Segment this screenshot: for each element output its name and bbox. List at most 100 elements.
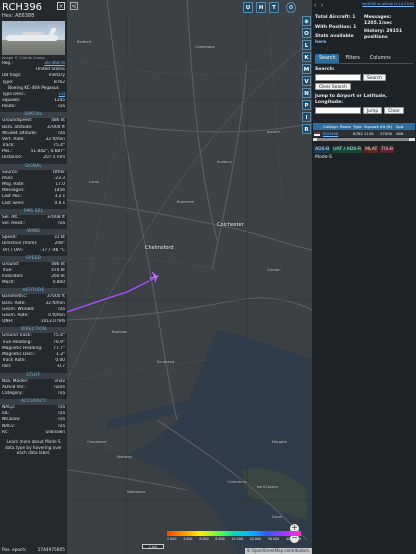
map-button-l[interactable]: L (302, 40, 311, 50)
row-callsign[interactable]: RCH396 (322, 131, 339, 136)
signal-label: Last Seen: (2, 200, 25, 206)
spatial-value: 207.5 nmi (43, 155, 65, 161)
altitude-rows: Barometric: 37000 ft Baro. Rate: 32 ft/min G… (0, 294, 67, 325)
spatial-rows: Groundspeed: 486 kt Baro. altitude: 37000 f… (0, 118, 67, 161)
signal-row: Last Seen: 0.6 s (0, 201, 67, 207)
wind-rows: Speed: 31 kt Direction (from): 208° TAT / OA… (0, 235, 67, 254)
map-button-i[interactable]: I (302, 112, 311, 122)
speed-row: Mach: 0.800 (0, 280, 67, 286)
collapse-panel-button[interactable]: < (70, 2, 78, 10)
table-scrollbar[interactable] (313, 138, 415, 141)
layers-icon[interactable]: ⊕ (302, 16, 311, 26)
stuff-value: n/a (58, 390, 65, 396)
map-button-t[interactable]: T (269, 2, 279, 13)
tab-search[interactable]: Search (315, 54, 340, 63)
place-label: Southend (157, 360, 175, 364)
jump-button[interactable]: Jump (363, 107, 383, 114)
altitude-row: QNH: 1013.0 hPa (0, 319, 67, 325)
direction-row: Roll: -0.7 (0, 364, 67, 370)
map-button-r[interactable]: R (302, 124, 311, 134)
accuracy-label: Rc: (2, 429, 9, 435)
col-spd[interactable]: Spd (395, 124, 405, 129)
place-label: Gravesend (87, 440, 107, 444)
col-alt[interactable]: Alt (ft) (379, 124, 395, 129)
scrollbar-thumb[interactable] (317, 138, 409, 141)
history-count: History: 29151 positions (364, 29, 403, 40)
place-label: Medway (117, 455, 132, 459)
aircraft-track (67, 277, 156, 313)
search-row: Search (312, 73, 416, 82)
direction-rows: Ground Track: 75.4° True Heading: 76.9° Magn… (0, 333, 67, 370)
stats-link[interactable]: here (315, 40, 364, 46)
wind-value: -17 / -46 °C (40, 247, 65, 253)
place-label: Sudbury (217, 160, 233, 164)
map-button-v[interactable]: V (302, 76, 311, 86)
search-input[interactable] (315, 74, 361, 81)
altitude-label: QNH: (2, 319, 14, 325)
place-label: Colchester (217, 222, 244, 228)
arrow-left-icon[interactable]: ‹ (314, 3, 320, 9)
source-modes: Mode-S (314, 155, 334, 161)
map-button-o[interactable]: O (302, 28, 311, 38)
clear-search-button[interactable]: Clear Search (315, 83, 351, 90)
tab-filters[interactable]: Filters (341, 54, 363, 63)
map-attribution[interactable]: © OpenStreetMap contributors. (244, 548, 312, 554)
aircraft-list-panel: ‹ › tar1090 on github (3.14.1700) Total … (312, 0, 416, 554)
alt-tick: 40 000 ft (285, 537, 301, 541)
pos-epoch-row: Pos. epoch: 1744975605 (0, 547, 67, 554)
col-squawk[interactable]: Squawk (363, 124, 379, 129)
altitude-legend-ticks: 2 000 4 000 6 000 8 000 10 000 20 000 30… (167, 537, 301, 541)
map-button-u[interactable]: U (243, 2, 253, 13)
map-button-n[interactable]: N (302, 88, 311, 98)
panel-tabs: Search Filters Columns (315, 54, 413, 64)
close-icon[interactable]: × (57, 2, 65, 10)
place-label: Braintree (177, 200, 194, 204)
tab-columns[interactable]: Columns (366, 54, 395, 63)
settings-gear-icon[interactable]: ⚙ (286, 2, 296, 13)
row-alt: 37000 (380, 131, 393, 136)
reg-label: Reg.: (2, 61, 13, 66)
clear-button[interactable]: Clear (384, 107, 404, 114)
map-button-m[interactable]: M (302, 64, 311, 74)
aircraft-marker (148, 271, 162, 284)
table-row[interactable]: RCH396 B762 1145 37000 486 (313, 130, 415, 137)
place-label: Dover (272, 515, 283, 519)
stats-block: Total Aircraft: 1 With Position: 1 Stats… (312, 7, 416, 46)
fms-rows: Sel. Alt.: 37008 ft Sel. Head.: n/a (0, 215, 67, 227)
place-label: Bedford (77, 40, 92, 44)
aircraft-photo[interactable] (2, 21, 65, 55)
place-label: Chelmsford (145, 245, 174, 251)
us-flag-icon (314, 131, 320, 136)
messages-rate: Messages: 1205.1/sec (364, 15, 392, 26)
wind-label: TAT / OAT: (2, 247, 24, 253)
fms-label: Sel. Head.: (2, 220, 26, 226)
fms-value: n/a (58, 220, 65, 226)
type-label: Type: (2, 79, 14, 85)
map-button-h[interactable]: H (256, 2, 266, 13)
altitude-value: 1013.0 hPa (40, 319, 65, 325)
search-button[interactable]: Search (363, 74, 387, 81)
alt-tick: 8 000 (215, 537, 225, 541)
place-label: Ipswich (267, 130, 281, 134)
map-button-k[interactable]: K (302, 52, 311, 62)
map-view[interactable]: < U H T ⚙ ⊕ O L K M V N P I R Bedford Ca… (67, 0, 312, 554)
spatial-row: Distance: 207.5 nmi (0, 155, 67, 161)
spatial-label: Distance: (2, 155, 23, 161)
type-value: B762 (53, 79, 65, 85)
source-tisb: TIS-B (380, 147, 395, 153)
scale-bar: 1 km (142, 544, 164, 549)
place-label: Cambridge (195, 45, 215, 49)
col-callsign[interactable]: Callsign (322, 124, 339, 129)
source-uat: UAT / ADS-R (332, 147, 363, 153)
arrow-right-icon[interactable]: › (321, 3, 327, 9)
place-label: Maidstone (127, 490, 146, 494)
route-label: Route: (2, 104, 16, 110)
map-button-p[interactable]: P (302, 100, 311, 110)
github-link[interactable]: tar1090 on github (3.14.1700) (312, 0, 416, 7)
signal-value: 0.6 s (54, 200, 65, 206)
col-route[interactable]: Route (339, 124, 352, 129)
wind-row: TAT / OAT: -17 / -46 °C (0, 248, 67, 254)
col-type[interactable]: Type (352, 124, 363, 129)
place-label: Canterbury (227, 480, 248, 484)
jump-input[interactable] (315, 107, 361, 114)
